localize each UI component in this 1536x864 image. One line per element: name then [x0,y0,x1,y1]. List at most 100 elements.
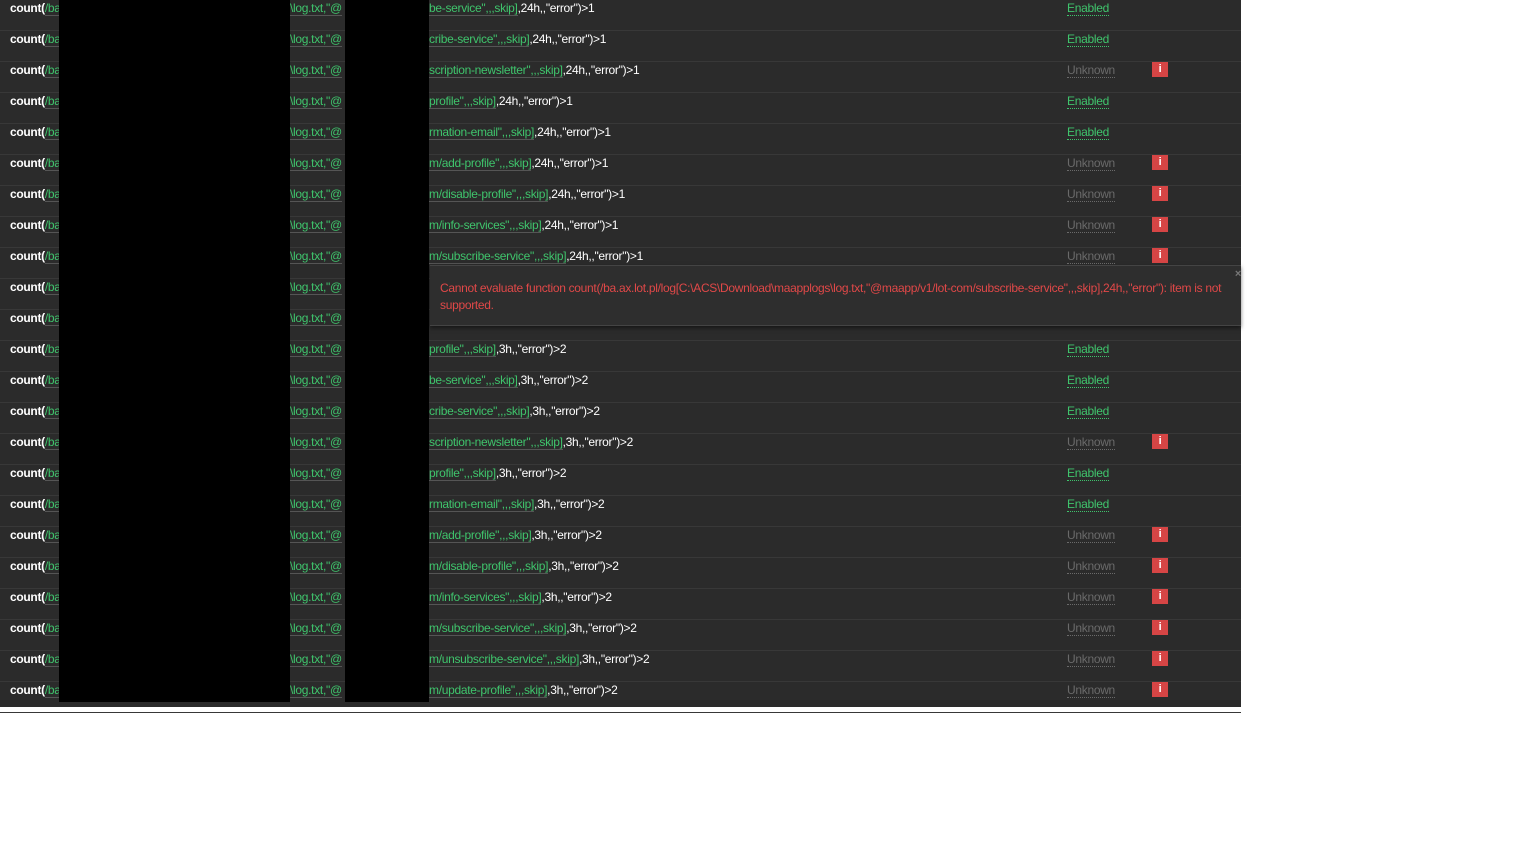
item-link[interactable]: \log.txt,"@ [290,683,342,698]
error-info-icon[interactable]: i [1152,186,1168,201]
item-link[interactable]: profile",,,skip] [429,94,496,109]
status-toggle[interactable]: Unknown [1067,559,1115,574]
expression-tail: ,3h,,"error")>2 [548,559,619,573]
expression-end: m/unsubscribe-service",,,skip],3h,,"erro… [429,652,650,667]
expression-end: be-service",,,skip],3h,,"error")>2 [429,373,589,388]
item-link[interactable]: rmation-email",,,skip] [429,497,534,512]
error-info-icon[interactable]: i [1152,527,1168,542]
status-toggle[interactable]: Enabled [1067,125,1109,140]
item-link[interactable]: \log.txt,"@ [290,187,342,202]
status-toggle[interactable]: Enabled [1067,94,1109,109]
status-toggle[interactable]: Unknown [1067,63,1115,78]
function-name: count( [10,404,45,418]
item-link[interactable]: \log.txt,"@ [290,373,342,388]
expression-tail: ,24h,,"error")>1 [548,187,625,201]
expression-tail: ,3h,,"error")>2 [517,373,589,387]
expression-tail: ,3h,,"error")>2 [534,497,605,511]
item-link[interactable]: m/add-profile",,,skip] [429,156,532,171]
error-info-icon[interactable]: i [1152,155,1168,170]
item-link[interactable]: \log.txt,"@ [290,590,342,605]
function-name: count( [10,528,45,542]
item-link[interactable]: \log.txt,"@ [290,466,342,481]
expression-end: scription-newsletter",,,skip],3h,,"error… [429,435,633,450]
item-link[interactable]: \log.txt,"@ [290,156,342,171]
status-toggle[interactable]: Enabled [1067,1,1109,16]
status-toggle[interactable]: Unknown [1067,187,1115,202]
status-toggle[interactable]: Unknown [1067,652,1115,667]
expression-end: m/info-services",,,skip],3h,,"error")>2 [429,590,612,605]
status-toggle[interactable]: Enabled [1067,497,1109,512]
expression-start: count(/ba [10,373,61,388]
item-link[interactable]: m/unsubscribe-service",,,skip] [429,652,579,667]
item-link[interactable]: \log.txt,"@ [290,311,342,326]
error-info-icon[interactable]: i [1152,217,1168,232]
item-link[interactable]: m/info-services",,,skip] [429,218,542,233]
item-link[interactable]: m/disable-profile",,,skip] [429,559,548,574]
expression-end: rmation-email",,,skip],24h,,"error")>1 [429,125,611,140]
status-toggle[interactable]: Enabled [1067,373,1109,388]
item-link[interactable]: \log.txt,"@ [290,280,342,295]
item-link[interactable]: scription-newsletter",,,skip] [429,63,563,78]
status-toggle[interactable]: Unknown [1067,683,1115,698]
item-link[interactable]: profile",,,skip] [429,466,496,481]
function-name: count( [10,590,45,604]
status-toggle[interactable]: Enabled [1067,404,1109,419]
item-link[interactable]: \log.txt,"@ [290,218,342,233]
error-info-icon[interactable]: i [1152,682,1168,697]
item-link[interactable]: \log.txt,"@ [290,404,342,419]
expression-start: count(/ba [10,342,61,357]
status-toggle[interactable]: Unknown [1067,249,1115,264]
expression-start: count(/ba [10,187,61,202]
status-toggle[interactable]: Enabled [1067,466,1109,481]
item-link[interactable]: \log.txt,"@ [290,63,342,78]
item-link[interactable]: \log.txt,"@ [290,249,342,264]
item-link[interactable]: m/update-profile",,,skip] [429,683,547,698]
expression-tail: ,24h,,"error")>1 [566,249,643,263]
error-info-icon[interactable]: i [1152,434,1168,449]
item-link[interactable]: \log.txt,"@ [290,528,342,543]
status-toggle[interactable]: Unknown [1067,528,1115,543]
status-toggle[interactable]: Unknown [1067,218,1115,233]
error-info-icon[interactable]: i [1152,651,1168,666]
status-toggle[interactable]: Unknown [1067,590,1115,605]
function-name: count( [10,187,45,201]
close-icon[interactable]: × [1235,268,1241,280]
item-link[interactable]: \log.txt,"@ [290,94,342,109]
item-link[interactable]: \log.txt,"@ [290,559,342,574]
item-link[interactable]: m/add-profile",,,skip] [429,528,532,543]
item-link[interactable]: be-service",,,skip] [429,1,518,16]
item-link[interactable]: m/disable-profile",,,skip] [429,187,548,202]
item-link[interactable]: \log.txt,"@ [290,497,342,512]
item-link[interactable]: \log.txt,"@ [290,125,342,140]
item-link[interactable]: be-service",,,skip] [429,373,518,388]
item-link[interactable]: m/subscribe-service",,,skip] [429,249,567,264]
item-link[interactable]: m/subscribe-service",,,skip] [429,621,567,636]
item-link[interactable]: \log.txt,"@ [290,32,342,47]
function-name: count( [10,652,45,666]
expression-start: count(/ba [10,528,61,543]
function-name: count( [10,311,45,325]
item-link[interactable]: \log.txt,"@ [290,342,342,357]
item-link[interactable]: cribe-service",,,skip] [429,404,530,419]
item-link[interactable]: profile",,,skip] [429,342,496,357]
status-toggle[interactable]: Enabled [1067,32,1109,47]
expression-end: scription-newsletter",,,skip],24h,,"erro… [429,63,640,78]
item-link[interactable]: cribe-service",,,skip] [429,32,530,47]
item-link[interactable]: \log.txt,"@ [290,652,342,667]
error-info-icon[interactable]: i [1152,589,1168,604]
expression-start: count(/ba [10,683,61,698]
item-link[interactable]: m/info-services",,,skip] [429,590,542,605]
item-link[interactable]: \log.txt,"@ [290,621,342,636]
item-link[interactable]: rmation-email",,,skip] [429,125,534,140]
item-link[interactable]: scription-newsletter",,,skip] [429,435,563,450]
status-toggle[interactable]: Unknown [1067,156,1115,171]
status-toggle[interactable]: Enabled [1067,342,1109,357]
item-link[interactable]: \log.txt,"@ [290,435,342,450]
error-info-icon[interactable]: i [1152,248,1168,263]
item-link[interactable]: \log.txt,"@ [290,1,342,16]
error-info-icon[interactable]: i [1152,558,1168,573]
error-info-icon[interactable]: i [1152,620,1168,635]
status-toggle[interactable]: Unknown [1067,621,1115,636]
status-toggle[interactable]: Unknown [1067,435,1115,450]
error-info-icon[interactable]: i [1152,62,1168,77]
